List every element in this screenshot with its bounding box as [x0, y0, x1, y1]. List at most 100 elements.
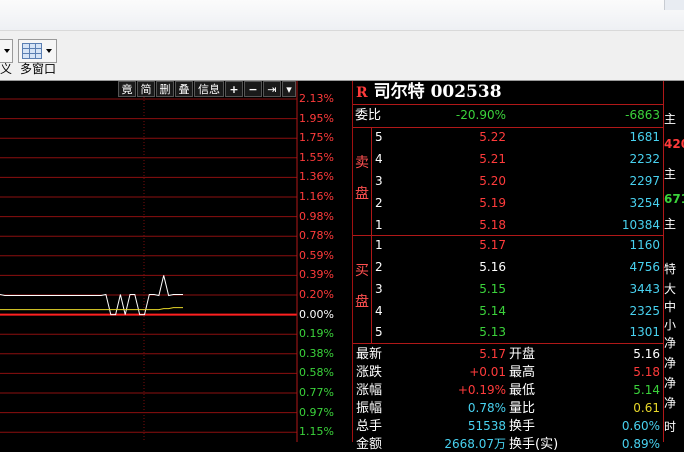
stat-amount: 2668.07万 — [444, 437, 506, 451]
stat-label: 最新 — [356, 347, 383, 362]
stock-title: R 司尔特 002538 — [356, 81, 502, 103]
divider — [353, 343, 664, 344]
sell-level: 3 — [375, 174, 383, 188]
stat-label: 量比 — [509, 401, 536, 416]
sell-volume: 3254 — [629, 196, 660, 210]
window-titlebar — [0, 0, 684, 30]
stat-label: 最低 — [509, 383, 536, 398]
zoom-out-icon[interactable]: − — [244, 81, 262, 97]
y-tick-label: 0.38% — [299, 346, 334, 360]
side-item: 主 — [664, 112, 677, 126]
divider — [353, 235, 664, 236]
side-item: 时 — [664, 420, 677, 434]
toolbar-dropdown-button[interactable] — [0, 39, 13, 63]
sell-volume: 2232 — [629, 152, 660, 166]
buy-price[interactable]: 5.13 — [440, 325, 506, 340]
sell-price[interactable]: 5.21 — [440, 152, 506, 167]
buy-level: 3 — [375, 282, 383, 296]
sell-level: 4 — [375, 152, 383, 166]
ratio-diff: -6863 — [625, 108, 660, 122]
y-tick-label: 1.55% — [299, 150, 334, 164]
toolbar-left-label: 义 — [0, 62, 13, 76]
y-tick-label: 0.97% — [299, 405, 334, 419]
chevron-down-icon — [4, 49, 10, 53]
buy-label-bottom: 盘 — [355, 294, 369, 310]
buy-level: 1 — [375, 238, 383, 252]
side-item: 净 — [664, 376, 677, 390]
y-tick-label: 0.58% — [299, 366, 334, 380]
chart-btn-compete[interactable]: 竟 — [118, 81, 136, 97]
stat-low: 5.14 — [633, 383, 660, 397]
zoom-in-icon[interactable]: + — [225, 81, 243, 97]
side-item: 420 — [664, 137, 684, 151]
sell-price[interactable]: 5.19 — [440, 196, 506, 211]
y-tick-label: 0.78% — [299, 229, 334, 243]
stat-high: 5.18 — [633, 365, 660, 379]
sell-volume: 1681 — [629, 130, 660, 144]
jump-end-icon[interactable]: ⇥ — [263, 81, 281, 97]
sell-price[interactable]: 5.22 — [440, 130, 506, 145]
stat-label: 换手 — [509, 419, 536, 434]
sell-level: 1 — [375, 218, 383, 232]
chart-btn-delete[interactable]: 删 — [156, 81, 174, 97]
stat-label: 涨跌 — [356, 365, 383, 380]
chevron-down-icon — [46, 49, 52, 53]
sell-level: 5 — [375, 130, 383, 144]
side-item: 中 — [664, 300, 677, 314]
buy-price[interactable]: 5.16 — [440, 260, 506, 275]
sell-level: 2 — [375, 196, 383, 210]
buy-volume: 3443 — [629, 282, 660, 296]
stat-turnover-real: 0.89% — [621, 437, 660, 451]
y-tick-label: 1.95% — [299, 111, 334, 125]
stat-label: 振幅 — [356, 401, 383, 416]
buy-label-top: 买 — [355, 263, 369, 279]
buy-price[interactable]: 5.15 — [440, 282, 506, 297]
buy-level: 2 — [375, 260, 383, 274]
stat-label: 开盘 — [509, 347, 536, 362]
buy-price[interactable]: 5.14 — [440, 304, 506, 319]
stat-latest: 5.17 — [479, 347, 506, 361]
titlebar-corner — [664, 0, 684, 10]
side-item: 主 — [664, 217, 677, 231]
stat-turnover: 0.60% — [621, 419, 660, 433]
multi-window-label[interactable]: 多窗口 — [20, 62, 56, 76]
buy-price[interactable]: 5.17 — [440, 238, 506, 253]
r-mark-icon: R — [356, 85, 368, 101]
buy-level: 5 — [375, 325, 383, 339]
buy-level: 4 — [375, 304, 383, 318]
y-tick-label: 2.13% — [299, 92, 334, 105]
y-tick-label: 1.15% — [299, 425, 334, 439]
chart-btn-info[interactable]: 信息 — [194, 81, 224, 97]
divider — [353, 127, 664, 128]
side-item: 671 — [664, 192, 684, 206]
y-tick-label-zero: 0.00% — [299, 307, 334, 321]
divider — [371, 127, 372, 343]
stat-open: 5.16 — [633, 347, 660, 361]
side-item: 小 — [664, 318, 677, 332]
stat-label: 换手(实) — [509, 437, 559, 452]
sell-price[interactable]: 5.20 — [440, 174, 506, 189]
sell-volume: 2297 — [629, 174, 660, 188]
chevron-down-icon[interactable]: ▾ — [282, 81, 296, 97]
stat-label: 金额 — [356, 437, 383, 452]
window-grid-icon — [22, 43, 42, 59]
y-tick-label: 0.77% — [299, 386, 334, 399]
sell-volume: 10384 — [621, 218, 660, 232]
stat-label: 总手 — [356, 419, 383, 434]
sell-price[interactable]: 5.18 — [440, 218, 506, 233]
ratio-label: 委比 — [355, 108, 382, 123]
series-line-0 — [0, 275, 183, 316]
stat-label: 最高 — [509, 365, 536, 380]
side-item: 大 — [664, 282, 677, 296]
ratio-percent: -20.90% — [455, 108, 506, 122]
chart-btn-overlay[interactable]: 叠 — [175, 81, 193, 97]
side-item: 净 — [664, 356, 677, 370]
y-tick-label: 0.39% — [299, 268, 334, 282]
stat-change-pct: +0.19% — [457, 383, 506, 397]
stat-label: 涨幅 — [356, 383, 383, 398]
chart-btn-simple[interactable]: 简 — [137, 81, 155, 97]
buy-volume: 1160 — [629, 238, 660, 252]
stat-volume-ratio: 0.61 — [633, 401, 660, 415]
multi-window-button[interactable] — [18, 39, 57, 63]
sell-label-bottom: 盘 — [355, 186, 369, 202]
